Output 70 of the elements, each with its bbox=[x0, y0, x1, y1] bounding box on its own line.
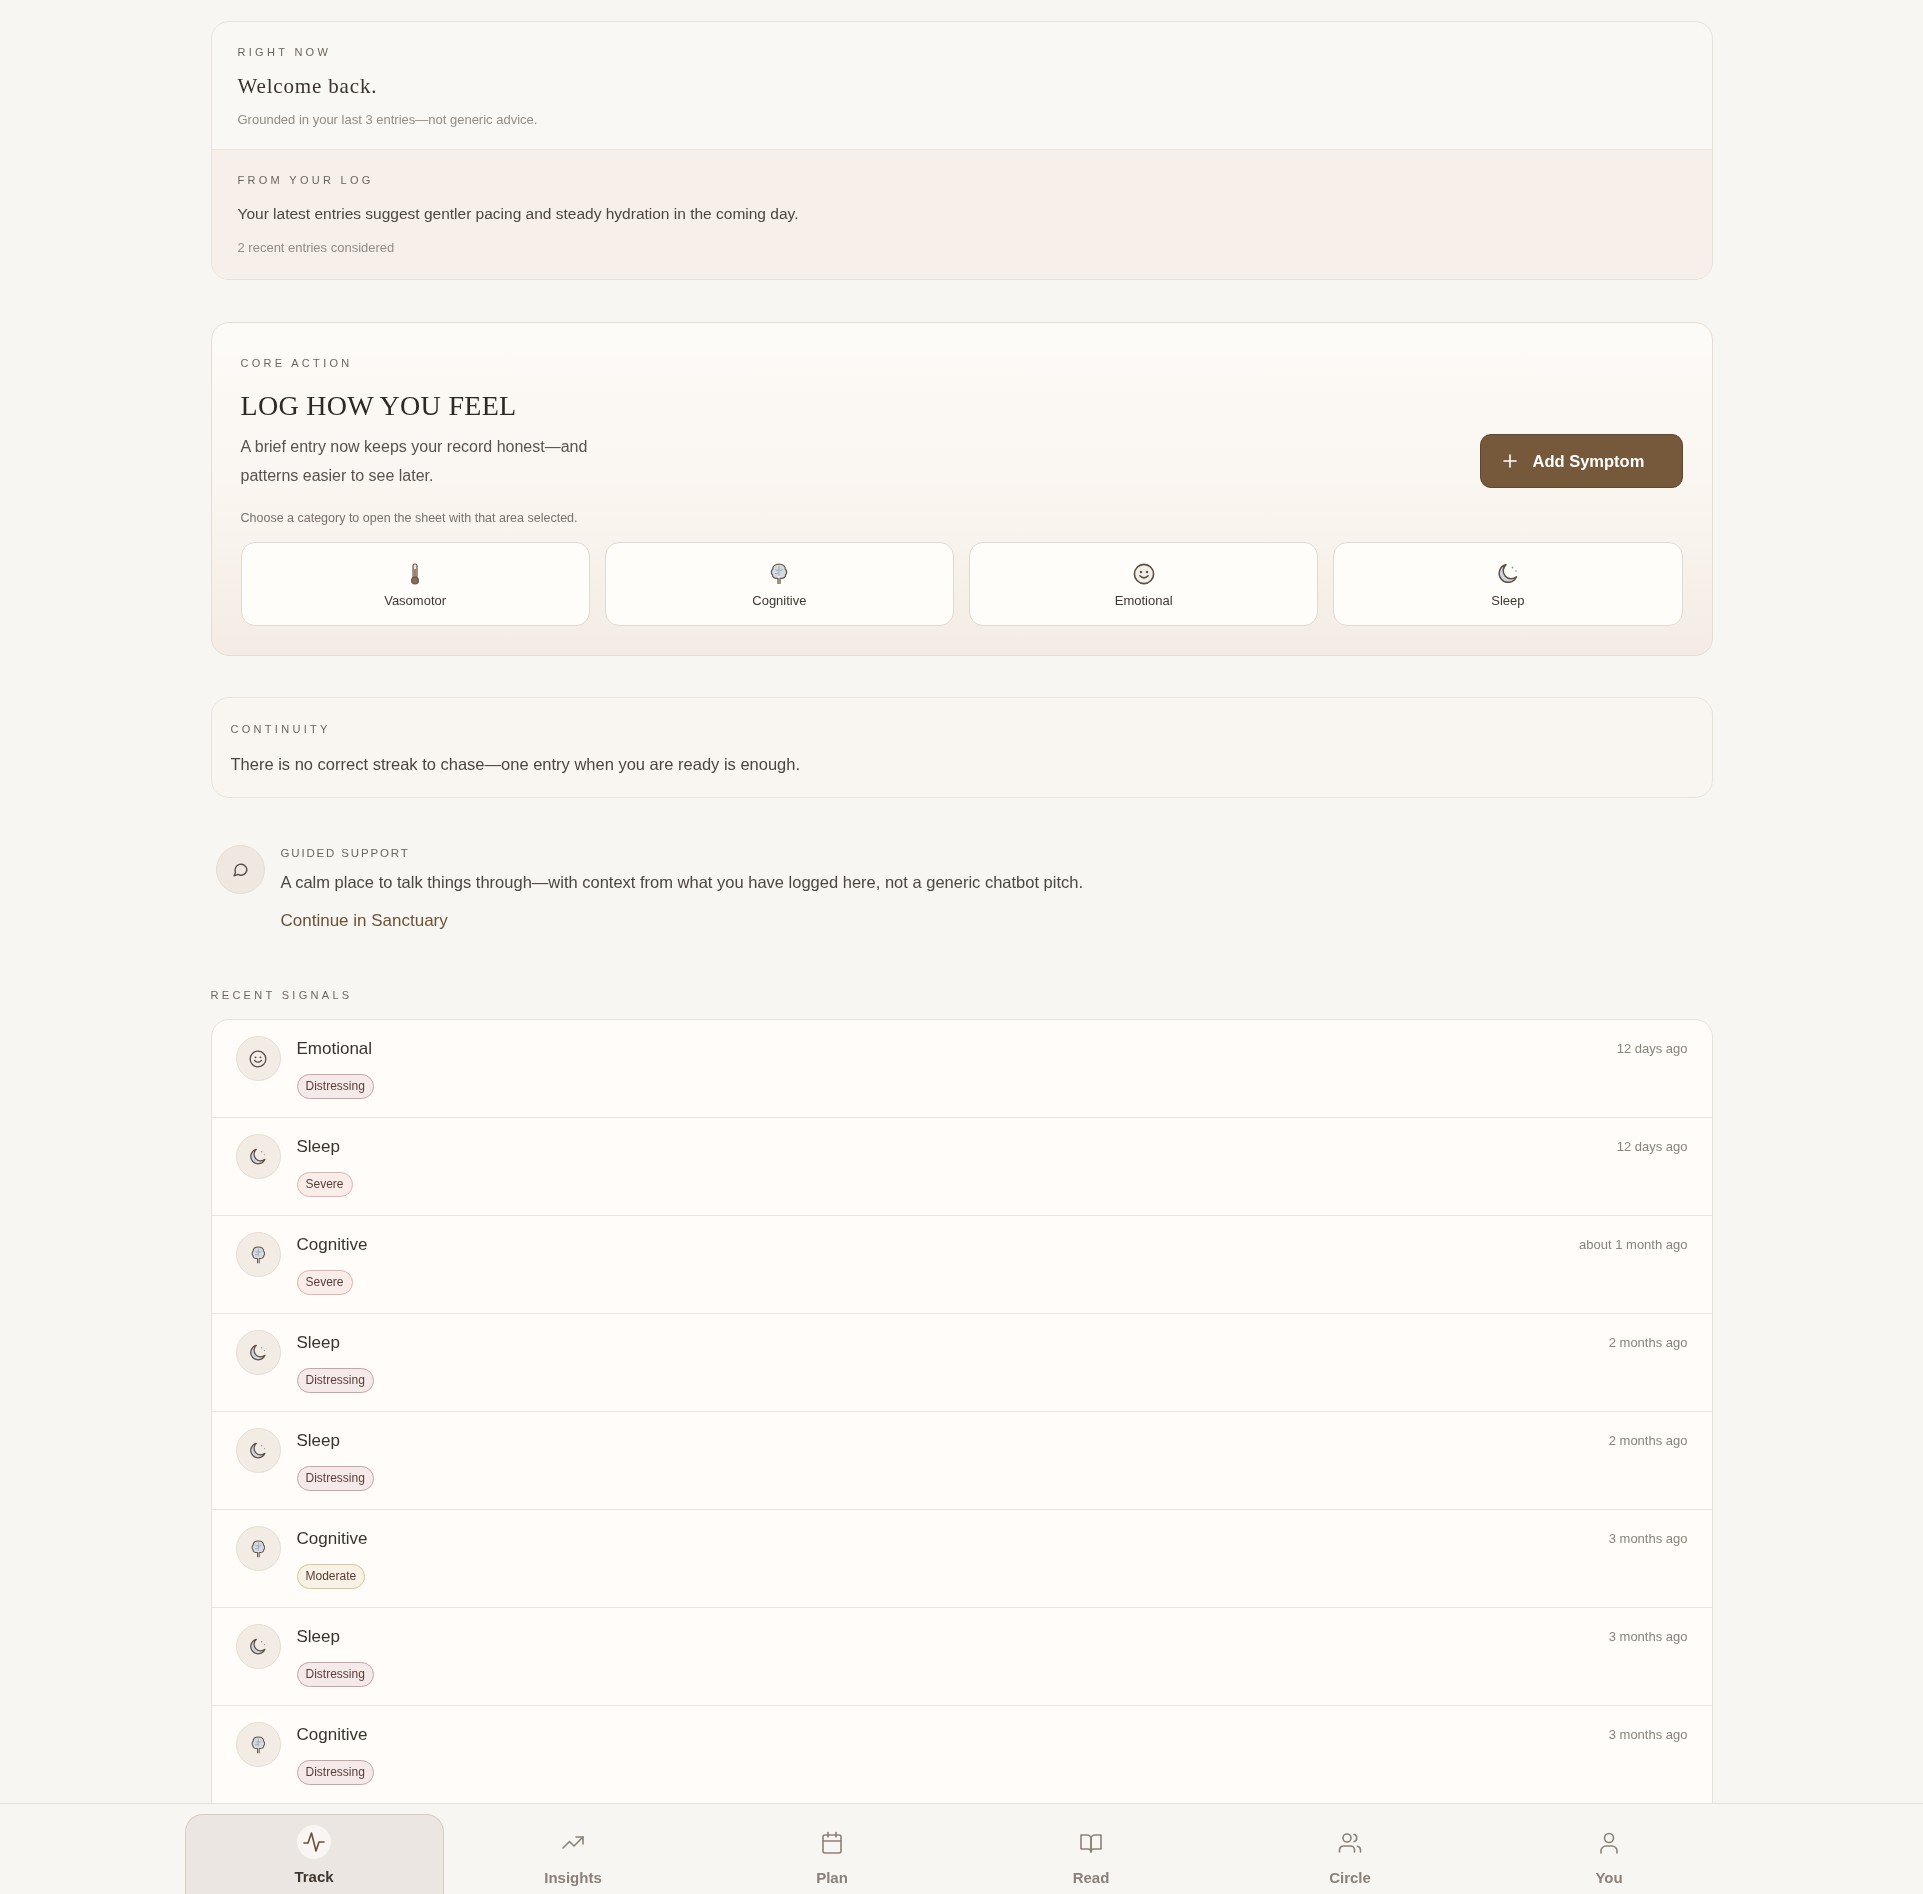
section-label: CORE ACTION bbox=[240, 356, 353, 370]
section-label: RECENT SIGNALS bbox=[210, 988, 353, 1002]
severity-tag: Severe bbox=[296, 1172, 353, 1197]
section-label: RIGHT NOW bbox=[237, 45, 332, 59]
category-tile[interactable]: Sleep bbox=[1333, 542, 1683, 626]
grounding-note: Grounded in your last 3 entries—not generic advice. bbox=[237, 111, 538, 128]
continuity-text: There is no correct streak to chase—one entry when you are ready is enough. bbox=[230, 754, 801, 775]
signal-time: 3 months ago bbox=[1608, 1530, 1688, 1548]
signal-name: Sleep bbox=[296, 1136, 340, 1158]
signal-name: Cognitive bbox=[296, 1234, 368, 1256]
core-action-description: A brief entry now keeps your record honest—and patterns easier to see later. bbox=[240, 437, 589, 486]
signal-time: 3 months ago bbox=[1608, 1628, 1688, 1646]
pulse-icon bbox=[297, 1825, 331, 1859]
signal-name: Emotional bbox=[296, 1038, 373, 1060]
moon-icon bbox=[235, 1624, 281, 1669]
brain-icon bbox=[235, 1722, 281, 1767]
brain-icon bbox=[235, 1232, 281, 1277]
severity-tag: Distressing bbox=[296, 1368, 374, 1393]
nav-tab[interactable]: Circle bbox=[1220, 1814, 1480, 1894]
nav-tab[interactable]: Plan bbox=[702, 1814, 962, 1894]
severity-tag: Distressing bbox=[296, 1466, 374, 1491]
nav-tab[interactable]: Track bbox=[184, 1814, 444, 1894]
nav-tab[interactable]: Read bbox=[961, 1814, 1221, 1894]
person-icon bbox=[1597, 1831, 1621, 1855]
section-label: GUIDED SUPPORT bbox=[280, 846, 410, 860]
category-tile[interactable]: Vasomotor bbox=[240, 542, 590, 626]
category-hint: Choose a category to open the sheet with that area selected. bbox=[240, 510, 578, 526]
signal-name: Sleep bbox=[296, 1430, 340, 1452]
core-action-heading: LOG HOW YOU FEEL bbox=[240, 389, 517, 423]
section-label: FROM YOUR LOG bbox=[237, 173, 374, 187]
signal-time: 2 months ago bbox=[1608, 1432, 1688, 1450]
moon-icon bbox=[235, 1134, 281, 1179]
signal-name: Cognitive bbox=[296, 1724, 368, 1746]
severity-tag: Distressing bbox=[296, 1662, 374, 1687]
signal-time: 3 months ago bbox=[1608, 1726, 1688, 1744]
signal-time: 2 months ago bbox=[1608, 1334, 1688, 1352]
chat-icon bbox=[215, 845, 265, 894]
guided-support-text: A calm place to talk things through—with context from what you have logged here, not a generic chatbot pitch. bbox=[280, 872, 1084, 893]
plus-icon bbox=[1502, 454, 1517, 468]
signal-name: Sleep bbox=[296, 1626, 340, 1648]
signal-time: about 1 month ago bbox=[1579, 1236, 1688, 1254]
severity-tag: Moderate bbox=[296, 1564, 366, 1589]
moon-icon bbox=[235, 1330, 281, 1375]
book-icon bbox=[1079, 1831, 1103, 1855]
nav-tab[interactable]: Insights bbox=[443, 1814, 703, 1894]
log-summary-text: Your latest entries suggest gentler pacing and steady hydration in the coming day. bbox=[237, 204, 799, 224]
brain-icon bbox=[235, 1526, 281, 1571]
category-tile[interactable]: Emotional bbox=[969, 542, 1319, 626]
severity-tag: Distressing bbox=[296, 1760, 374, 1785]
severity-tag: Severe bbox=[296, 1270, 353, 1295]
severity-tag: Distressing bbox=[296, 1074, 374, 1099]
signal-name: Cognitive bbox=[296, 1528, 368, 1550]
smiley-icon bbox=[1132, 563, 1155, 585]
brain-icon bbox=[770, 563, 789, 585]
signal-name: Sleep bbox=[296, 1332, 340, 1354]
entries-considered-note: 2 recent entries considered bbox=[237, 239, 395, 256]
moon-icon bbox=[235, 1428, 281, 1473]
nav-tab[interactable]: You bbox=[1479, 1814, 1739, 1894]
smiley-icon bbox=[235, 1036, 281, 1081]
thermometer-icon bbox=[410, 563, 421, 585]
moon-icon bbox=[1496, 563, 1519, 585]
calendar-icon bbox=[820, 1831, 844, 1855]
sanctuary-link[interactable]: Continue in Sanctuary bbox=[280, 910, 448, 932]
category-tile[interactable]: Cognitive bbox=[604, 542, 954, 626]
section-label: CONTINUITY bbox=[230, 722, 331, 736]
add-symptom-button[interactable]: Add Symptom bbox=[1479, 434, 1683, 488]
people-icon bbox=[1338, 1831, 1362, 1855]
signal-time: 12 days ago bbox=[1616, 1040, 1688, 1058]
signal-time: 12 days ago bbox=[1616, 1138, 1688, 1156]
welcome-heading: Welcome back. bbox=[237, 73, 378, 99]
